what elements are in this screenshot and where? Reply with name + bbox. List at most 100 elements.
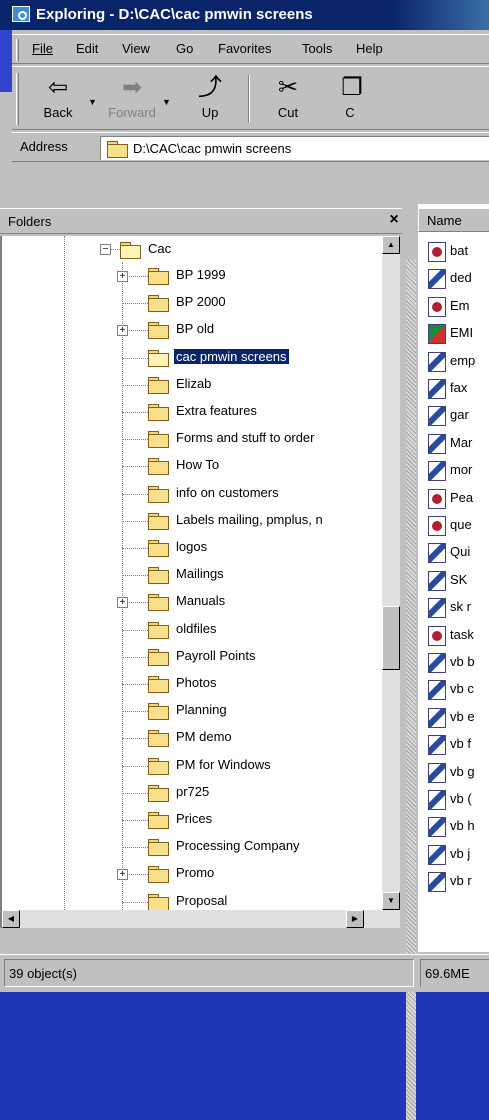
expand-icon[interactable]: + [117,597,128,609]
scroll-thumb[interactable] [382,606,400,670]
toolbar-grip-icon[interactable] [16,73,19,125]
status-bar: 39 object(s) 69.6ME [0,954,489,992]
file-name: task [450,626,474,642]
folder-icon [148,730,169,748]
folder-icon [148,594,169,612]
image-file-icon [428,351,446,372]
file-name: vb r [450,873,472,889]
tree-item-label: Manuals [176,593,226,609]
file-name: vb j [450,845,471,861]
tree-connector [122,684,148,685]
pane-splitter[interactable] [402,204,418,1120]
folder-icon [148,648,169,666]
folder-tree[interactable]: − Cac + BP 1999 BP 2000 + BP old cac pmwin sc… [0,236,400,928]
status-objects: 39 object(s) [9,966,77,981]
copy-label: C [345,105,355,120]
menu-edit[interactable]: Edit [76,41,98,56]
expand-icon[interactable]: + [117,271,128,282]
document-icon [428,516,446,536]
image-file-icon [428,379,446,399]
scroll-down-icon[interactable]: ▼ [382,892,400,910]
folder-icon [148,540,169,557]
file-name: vb h [450,818,475,834]
folder-icon [148,268,169,285]
up-folder-icon: ⤴ [198,74,222,101]
back-dropdown-icon[interactable]: ▼ [88,97,97,107]
tree-guide-line [64,236,65,928]
tree-item-label: BP 1999 [176,267,226,282]
scroll-right-icon[interactable]: ▶ [346,910,364,928]
scroll-left-icon[interactable]: ◀ [2,910,20,928]
tree-item-label: Payroll Points [176,647,256,663]
standard-toolbar: ⇦ Back ▼ ➡ Forward ▼ ⤴ Up ✂ Cut ❐ C [12,66,489,130]
title-bar[interactable]: Exploring - D:\CAC\cac pmwin screens [0,0,489,30]
folders-panel-title: Folders [8,214,52,229]
menu-tools[interactable]: Tools [302,41,332,56]
tree-connector [122,847,148,849]
tree-item-label: Prices [176,811,213,826]
file-name: gar [450,407,469,423]
file-name: Mar [450,434,473,450]
image-file-icon [428,844,446,865]
column-header-name[interactable]: Name [418,208,489,232]
image-file-icon [428,406,446,427]
tree-item-label: Forms and stuff to order [176,430,315,446]
folder-icon [148,404,169,421]
image-file-icon [428,707,446,728]
menu-view[interactable]: View [122,41,150,56]
menu-help[interactable]: Help [356,41,383,56]
file-name: EMI [450,325,474,341]
tree-connector [122,412,148,413]
copy-button[interactable]: ❐ C [330,71,370,127]
open-folder-icon [148,349,169,367]
scissors-icon: ✂ [277,74,299,101]
window-title: Exploring - D:\CAC\cac pmwin screens [36,6,313,23]
back-arrow-icon: ⇦ [47,74,69,101]
tree-item-label: BP old [176,321,215,337]
folders-horizontal-scrollbar[interactable]: ◀ ▶ [2,910,382,928]
up-button[interactable]: ⤴ Up [178,71,242,127]
file-name: que [450,517,472,532]
status-size: 69.6ME [425,966,470,981]
expand-icon[interactable]: + [117,869,128,881]
tree-item-label: PM demo [176,729,232,745]
address-folder-icon [107,141,128,158]
menu-favorites[interactable]: Favorites [218,41,271,56]
file-list[interactable]: bat ded Em EMI emp fax gar Mar mor Pea que Qui SK sk … [418,236,489,952]
menu-view-label: View [122,41,150,56]
tree-connector [122,548,148,549]
folders-vertical-scrollbar[interactable]: ▲ ▼ [382,236,400,928]
menu-bar-grip-icon[interactable] [16,39,19,61]
menu-file-label: File [32,41,53,56]
file-name: vb g [450,763,475,779]
file-name: mor [450,462,473,478]
forward-button[interactable]: ➡ Forward ▼ [100,71,171,127]
folder-icon [148,812,169,829]
tree-connector [110,249,120,250]
address-label: Address [20,139,68,154]
file-name: bat [450,243,469,258]
menu-go[interactable]: Go [176,41,193,56]
file-name: emp [450,352,476,368]
address-field[interactable]: D:\CAC\cac pmwin screens [100,136,489,160]
menu-go-label: Go [176,41,194,56]
tree-connector [122,656,148,658]
tree-item-label: Processing Company [176,838,300,854]
image-file-icon [428,461,446,482]
folder-icon [148,839,169,857]
close-icon[interactable]: × [384,211,404,229]
forward-dropdown-icon[interactable]: ▼ [162,97,171,107]
tree-item-label: Extra features [176,403,257,418]
file-name: vb f [450,736,471,752]
tree-connector [122,901,148,903]
menu-file[interactable]: File [32,41,53,56]
file-name: fax [450,380,468,395]
tree-item-label: Cac [148,241,172,256]
back-button[interactable]: ⇦ Back ▼ [26,71,97,127]
open-folder-icon [120,242,141,259]
file-name: Qui [450,544,471,560]
scroll-up-icon[interactable]: ▲ [382,236,400,254]
tree-item-label: PM for Windows [176,756,271,772]
expand-icon[interactable]: + [117,325,128,337]
cut-button[interactable]: ✂ Cut [256,71,320,127]
